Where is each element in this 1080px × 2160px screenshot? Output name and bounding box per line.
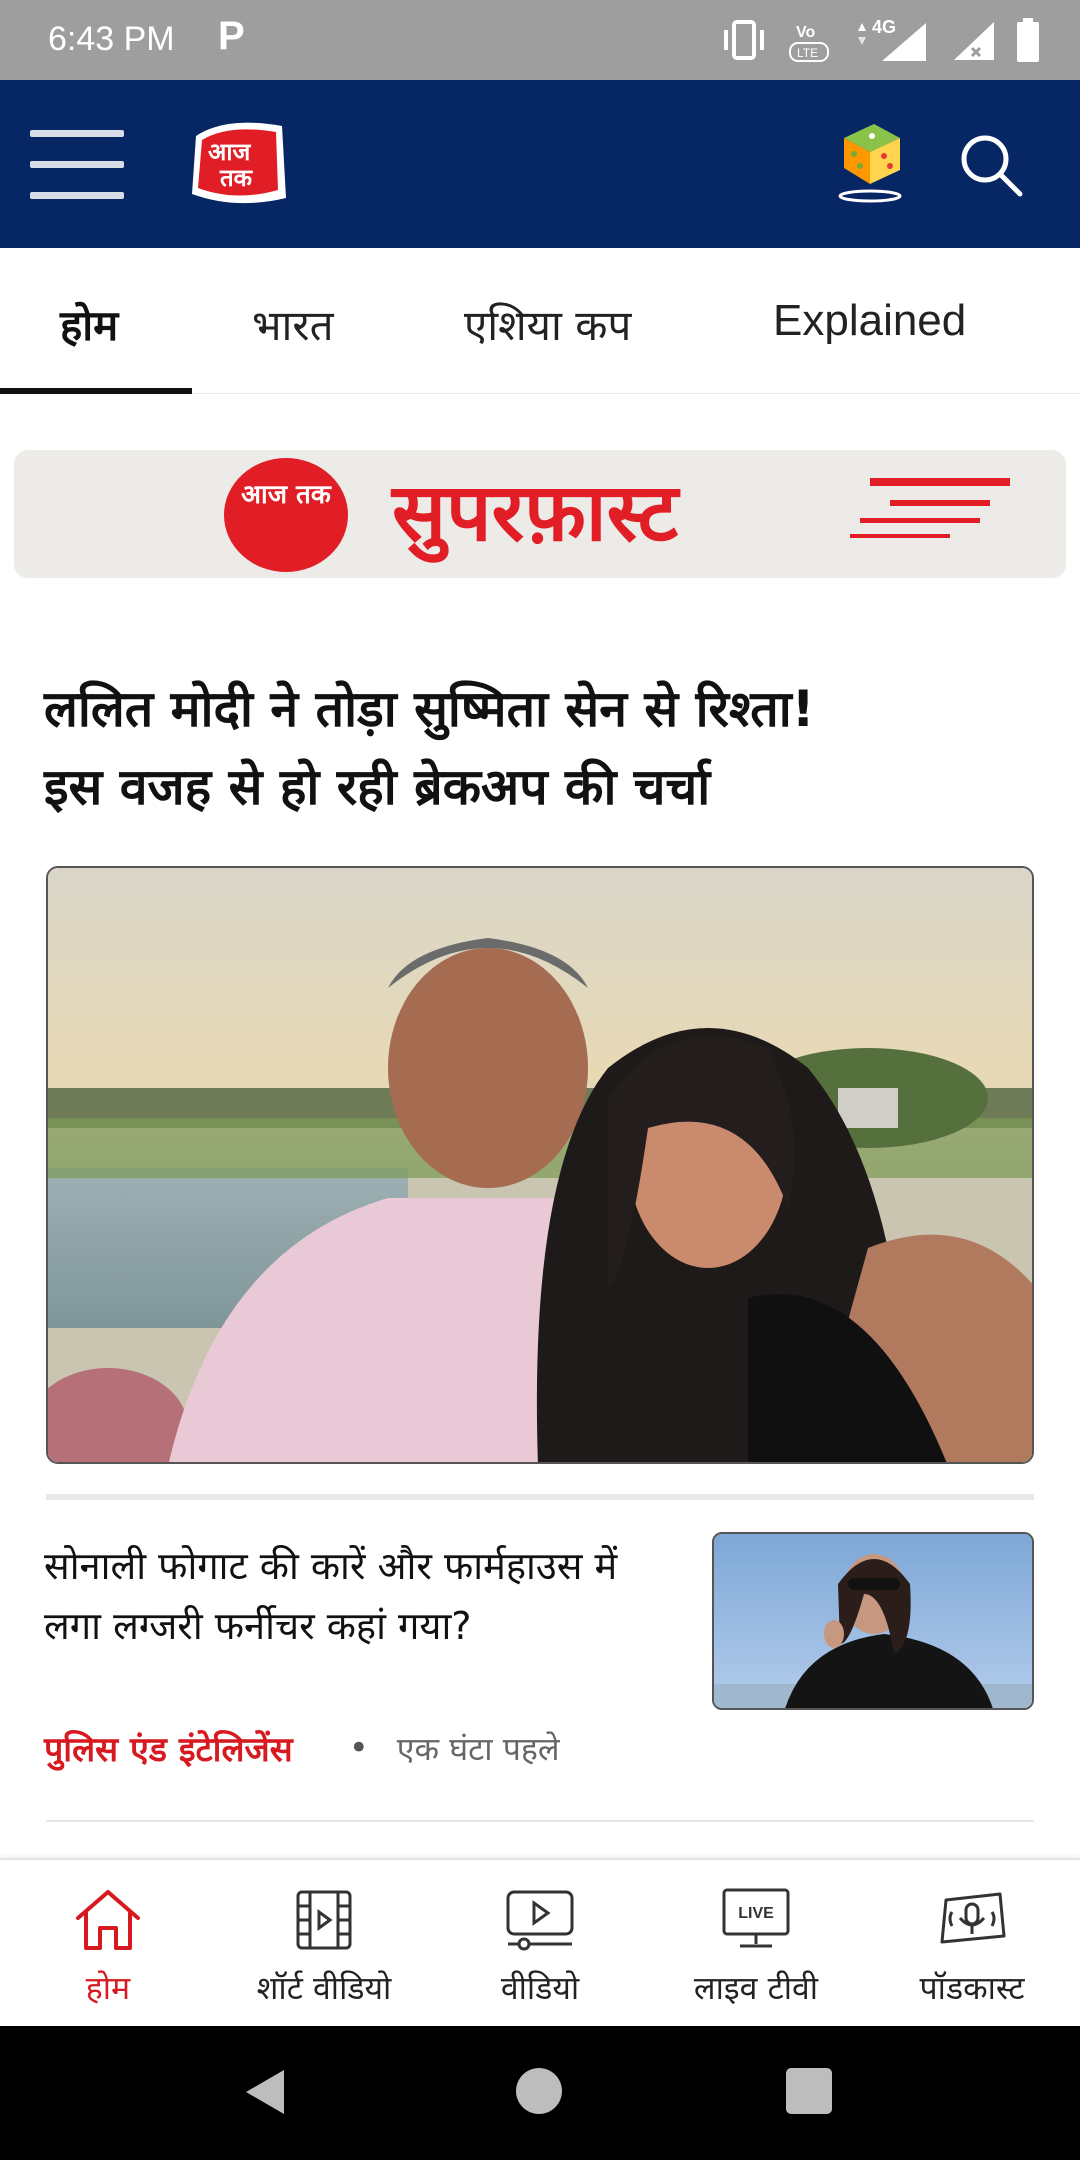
banner-logo: आज तक xyxy=(224,458,348,572)
svg-text:आज: आज xyxy=(208,138,252,166)
category-tabs: होम भारत एशिया कप Explained xyxy=(0,248,1080,394)
battery-icon xyxy=(1017,18,1039,62)
tab-explained[interactable]: Explained xyxy=(773,296,966,346)
active-tab-indicator xyxy=(0,388,192,394)
bottom-navigation: होम शॉर्ट वीडियो वीडियो LIVE लाइव टीवी प… xyxy=(0,1858,1080,2026)
story-meta: पुलिस एंड इंटेलिजेंस • एक घंटा पहले xyxy=(44,1722,560,1774)
banner-title: सुपरफ़ास्ट xyxy=(392,466,679,559)
banner-logo-text: आज तक xyxy=(241,480,331,510)
video-icon xyxy=(506,1890,574,1951)
meta-separator: • xyxy=(348,1728,369,1768)
hamburger-menu-icon[interactable] xyxy=(30,130,124,200)
recent-apps-icon[interactable] xyxy=(786,2068,832,2114)
story-divider xyxy=(46,1820,1034,1822)
short-video-icon xyxy=(296,1890,352,1950)
nav-home[interactable]: होम xyxy=(0,1860,216,2028)
story-category-link[interactable]: पुलिस एंड इंटेलिजेंस xyxy=(44,1725,293,1771)
home-button-icon[interactable] xyxy=(516,2068,562,2114)
nav-video-label: वीडियो xyxy=(500,1969,580,2007)
volte-icon: Vo LTE xyxy=(789,24,829,62)
live-tv-icon: LIVE xyxy=(722,1888,790,1948)
headline-line-1: ललित मोदी ने तोड़ा सुष्मिता सेन से रिश्त… xyxy=(44,680,815,738)
section-divider xyxy=(46,1494,1034,1500)
status-bar: 6:43 PM P Vo LTE 4G xyxy=(0,0,1080,80)
tab-home[interactable]: होम xyxy=(60,296,118,353)
nav-short-video[interactable]: शॉर्ट वीडियो xyxy=(216,1860,432,2028)
status-icons: Vo LTE 4G xyxy=(720,16,1040,64)
nav-video[interactable]: वीडियो xyxy=(432,1860,648,2028)
tab-asia-cup[interactable]: एशिया कप xyxy=(464,296,631,353)
story-title[interactable]: सोनाली फोगाट की कारें और फार्महाउस में ल… xyxy=(44,1536,684,1656)
live-badge: LIVE xyxy=(738,1905,774,1922)
svg-text:LTE: LTE xyxy=(797,46,818,60)
home-icon xyxy=(76,1890,140,1950)
system-navigation-bar xyxy=(0,2026,1080,2160)
nav-podcast-label: पॉडकास्ट xyxy=(919,1969,1025,2007)
lead-headline[interactable]: ललित मोदी ने तोड़ा सुष्मिता सेन से रिश्त… xyxy=(44,670,1034,826)
lead-story-image[interactable] xyxy=(46,866,1034,1464)
vibrate-icon xyxy=(724,20,764,60)
search-icon[interactable] xyxy=(958,132,1024,198)
podcast-icon xyxy=(940,1892,1006,1944)
svg-text:तक: तक xyxy=(219,164,254,192)
svg-text:4G: 4G xyxy=(872,17,896,37)
svg-text:Vo: Vo xyxy=(796,24,815,41)
game-dice-icon[interactable] xyxy=(834,116,906,206)
nav-home-label: होम xyxy=(85,1969,131,2007)
signal-4g-icon: 4G xyxy=(858,17,926,61)
aaj-tak-logo[interactable]: आज तक xyxy=(186,114,292,210)
speed-lines-icon xyxy=(850,478,1010,538)
status-time: 6:43 PM xyxy=(48,20,175,58)
nav-live-tv-label: लाइव टीवी xyxy=(693,1969,819,2007)
story-thumbnail[interactable] xyxy=(712,1532,1034,1710)
headline-line-2: इस वजह से हो रही ब्रेकअप की चर्चा xyxy=(44,758,711,816)
app-notification-icon: P xyxy=(218,14,245,58)
signal-icon xyxy=(954,22,994,60)
superfast-banner[interactable]: आज तक सुपरफ़ास्ट xyxy=(14,450,1066,578)
nav-live-tv[interactable]: LIVE लाइव टीवी xyxy=(648,1860,864,2028)
tab-bharat[interactable]: भारत xyxy=(252,296,334,353)
app-header: आज तक xyxy=(0,80,1080,248)
story-timestamp: एक घंटा पहले xyxy=(396,1729,560,1768)
back-icon[interactable] xyxy=(240,2066,290,2118)
nav-short-video-label: शॉर्ट वीडियो xyxy=(256,1969,392,2007)
nav-podcast[interactable]: पॉडकास्ट xyxy=(864,1860,1080,2028)
